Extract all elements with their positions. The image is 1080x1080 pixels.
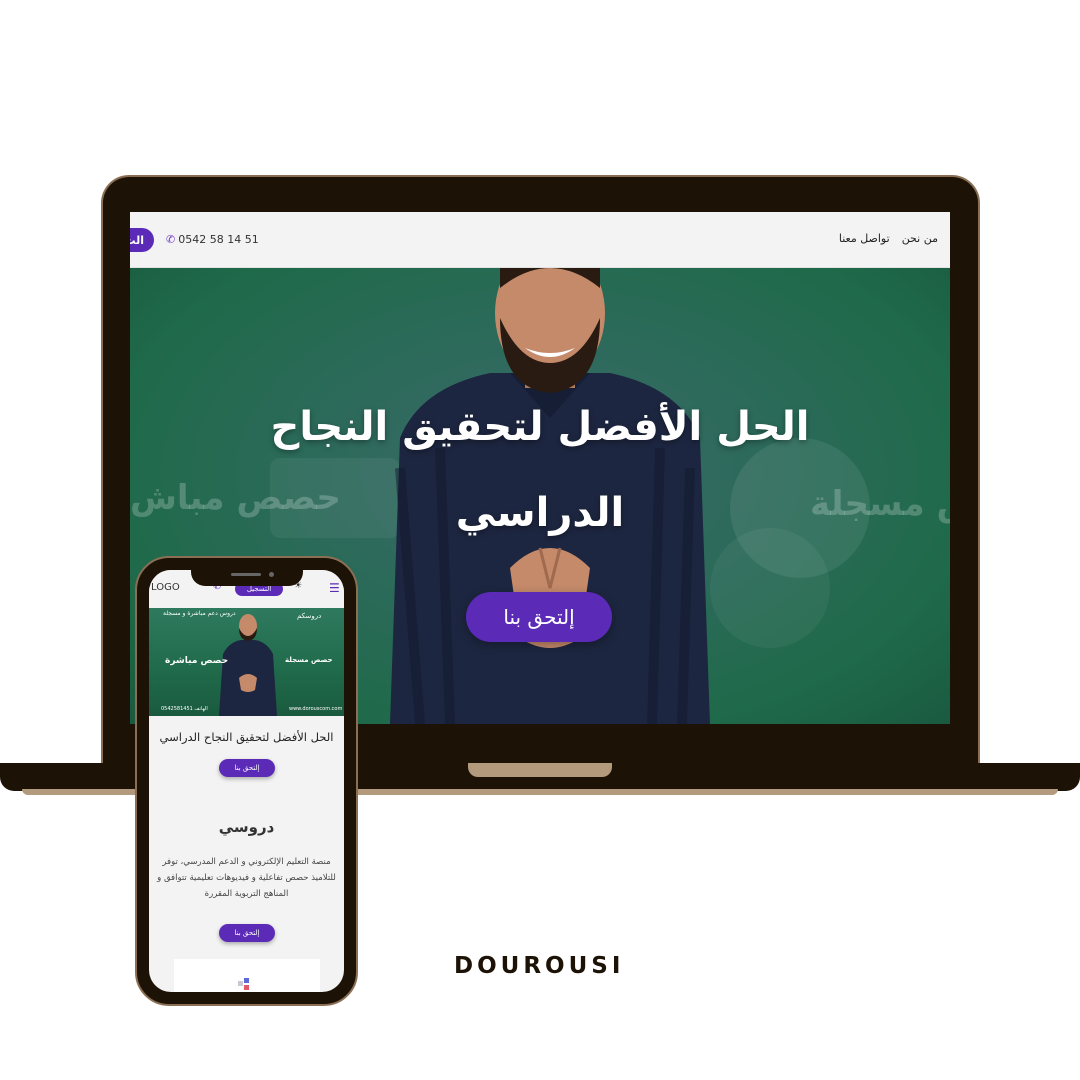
mobile-hero-brand: دروسكم [297, 612, 322, 620]
phone-camera [269, 572, 274, 577]
hamburger-menu-icon[interactable]: ☰ [329, 581, 340, 595]
mobile-hero-word-left: حصص مباشرة [165, 656, 229, 666]
mobile-section-title: دروسي [218, 818, 275, 836]
mobile-hero-phone: الهاتف 0542581451 [161, 706, 208, 712]
mobile-description: منصة التعليم الإلكتروني و الدعم المدرسي،… [157, 857, 336, 899]
mobile-join-button-2[interactable]: إلتحق بنا [219, 924, 275, 942]
phone-screen: LOGO ✆ التسجيل ☀ ☰ دروس دعم مباشرة و مسج… [149, 570, 344, 992]
mobile-hero-title: الحل الأفضل لتحقيق النجاح الدراسي [159, 730, 334, 744]
laptop-hinge-notch [468, 763, 612, 777]
nav-contact[interactable]: تواصل معنا [839, 232, 890, 245]
nav-about[interactable]: من نحن [902, 232, 938, 245]
mobile-join-button[interactable]: إلتحق بنا [219, 759, 275, 777]
hero-join-button[interactable]: إلتحق بنا [466, 592, 612, 642]
mobile-feature-card [174, 959, 320, 992]
feature-card-icon [238, 978, 249, 990]
hero-title-line1: الحل الأفضل لتحقيق النجاح [270, 404, 810, 450]
mobile-logo[interactable]: LOGO [151, 582, 180, 593]
phone-contact[interactable]: ✆ 0542 58 14 51 [166, 233, 259, 246]
phone-speaker [231, 573, 261, 576]
mobile-hero-banner: دروس دعم مباشرة و مسجلة دروسكم حصص مباشر… [149, 608, 344, 716]
signup-button[interactable]: الت [130, 228, 154, 252]
signup-button-label: الت [130, 233, 144, 247]
hero-title-line2: الدراسي [455, 490, 625, 536]
main-nav: من نحن تواصل معنا [839, 232, 938, 245]
site-header: الت ✆ 0542 58 14 51 من نحن تواصل معنا [130, 212, 950, 268]
brand-name: DOUROUSI [454, 953, 625, 979]
mobile-hero-caption: دروس دعم مباشرة و مسجلة [163, 610, 236, 617]
mobile-hero-website: www.dorouscom.com [289, 706, 343, 712]
phone-notch [191, 564, 303, 586]
phone-icon: ✆ [166, 233, 176, 246]
mobile-hero-word-right: حصص مسجلة [285, 656, 333, 664]
phone-number: 0542 58 14 51 [178, 233, 259, 246]
